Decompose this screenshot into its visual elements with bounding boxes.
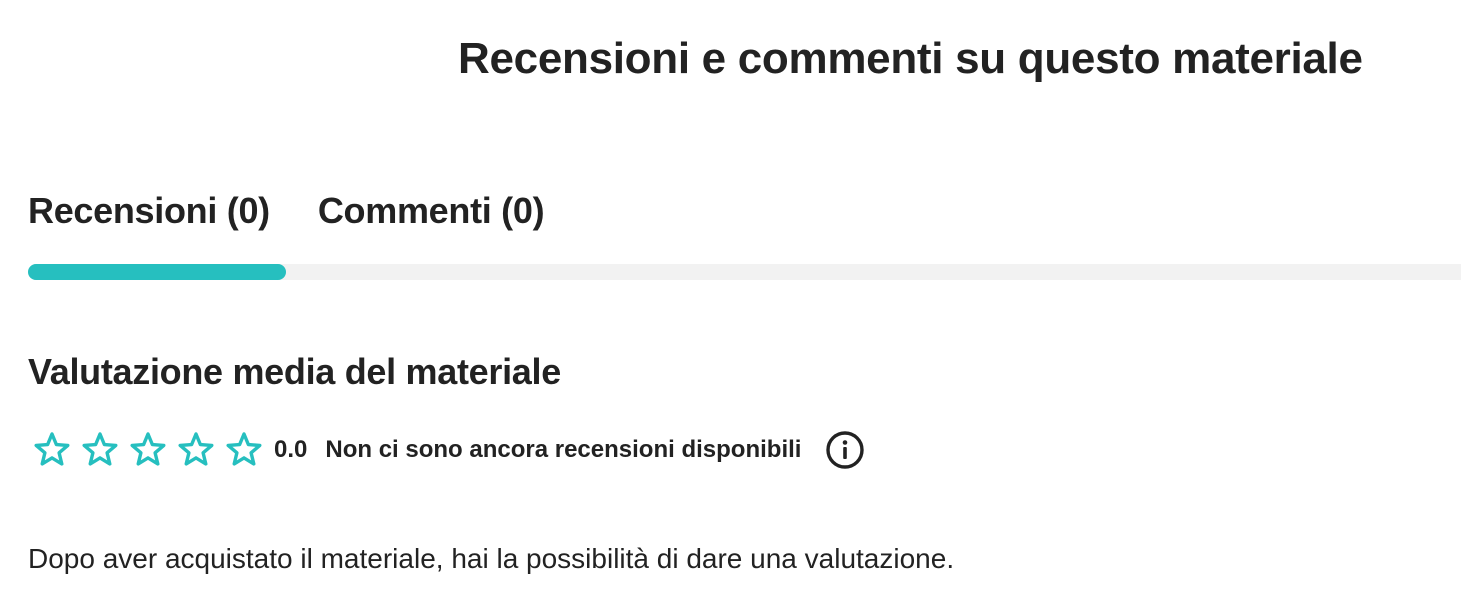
rating-row: 0.0 Non ci sono ancora recensioni dispon…: [32, 428, 865, 472]
tab-comments[interactable]: Commenti (0): [318, 186, 545, 236]
page-title: Recensioni e commenti su questo material…: [458, 34, 1363, 83]
star-outline-icon: [178, 432, 214, 466]
rating-section-title: Valutazione media del materiale: [28, 351, 561, 392]
tab-reviews[interactable]: Recensioni (0): [28, 186, 270, 236]
star-outline-icon: [82, 432, 118, 466]
rating-value: 0.0: [274, 436, 308, 463]
tab-bar: Recensioni (0) Commenti (0): [28, 186, 545, 236]
star-rating: [32, 430, 264, 470]
rating-note: Dopo aver acquistato il materiale, hai l…: [28, 543, 955, 574]
rating-status-text: Non ci sono ancora recensioni disponibil…: [325, 436, 802, 463]
info-icon[interactable]: [825, 430, 865, 470]
star-outline-icon: [226, 432, 262, 466]
active-tab-indicator: [28, 264, 286, 280]
star-outline-icon: [34, 432, 70, 466]
star-outline-icon: [130, 432, 166, 466]
